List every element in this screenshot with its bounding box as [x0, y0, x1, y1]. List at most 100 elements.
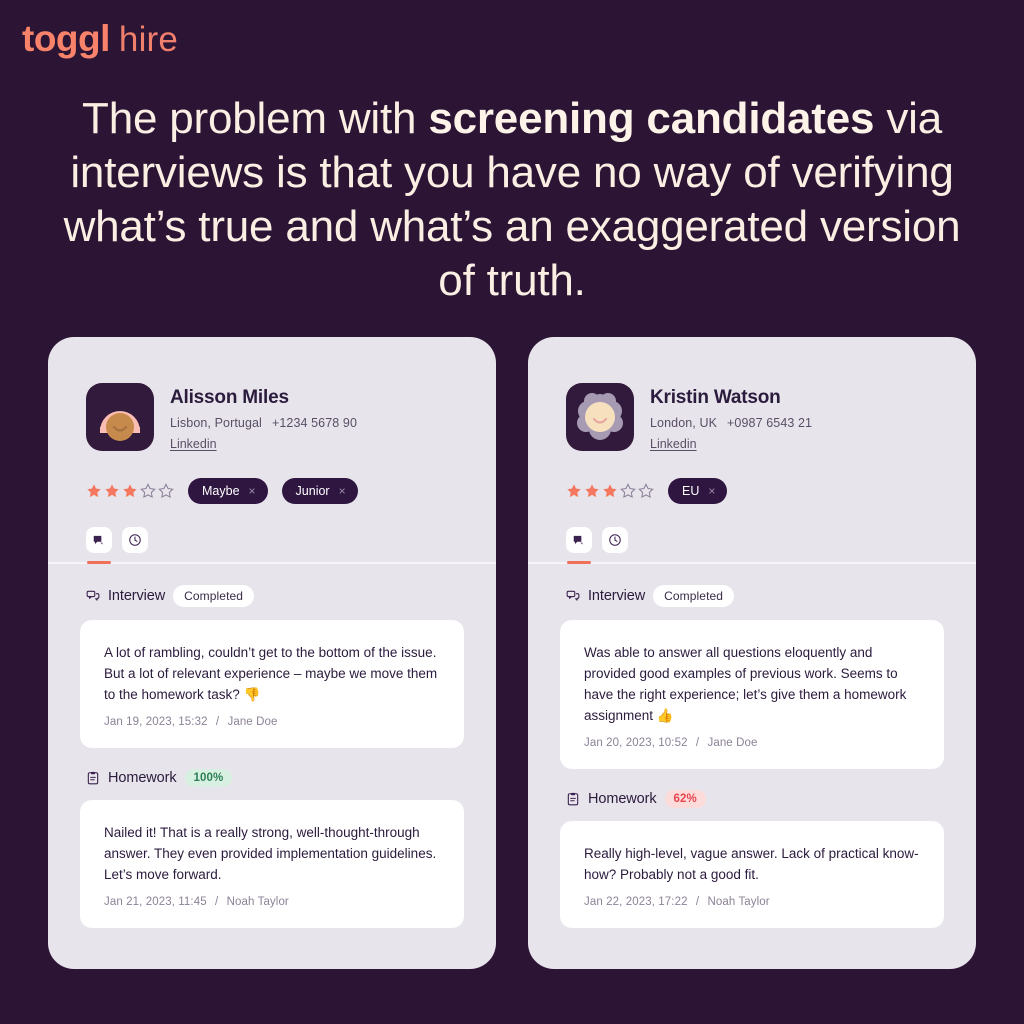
card-tabs — [566, 527, 938, 564]
star-filled-icon[interactable] — [122, 483, 138, 499]
tag-label: EU — [682, 484, 700, 498]
section-title: Interview — [108, 588, 166, 604]
note-separator: / — [695, 737, 700, 749]
candidate-meta: Kristin Watson London, UK +0987 6543 21 L… — [650, 383, 812, 453]
tag-remove-icon[interactable]: × — [249, 485, 256, 497]
note-card: Was able to answer all questions eloquen… — [560, 620, 944, 769]
clipboard-icon — [567, 792, 579, 806]
star-empty-icon[interactable] — [158, 483, 174, 499]
interview-section: Interview Completed Was able to answer a… — [528, 585, 976, 769]
candidate-header: Alisson Miles Lisbon, Portugal +1234 5678… — [86, 383, 458, 453]
comment-icon — [573, 535, 583, 545]
chat-bubbles-icon — [86, 590, 100, 601]
candidate-contact: London, UK +0987 6543 21 — [650, 416, 812, 430]
poster-canvas: toggl hire The problem with screening ca… — [0, 0, 1024, 1024]
tag-label: Junior — [295, 484, 330, 498]
tab-history[interactable] — [122, 527, 148, 553]
clipboard-icon — [87, 771, 99, 785]
homework-section: Homework 100% Nailed it! That is a reall… — [48, 769, 496, 928]
candidate-phone: +1234 5678 90 — [271, 416, 358, 430]
status-badge: Completed — [653, 585, 735, 607]
star-empty-icon[interactable] — [620, 483, 636, 499]
logo-wordmark-secondary: hire — [118, 20, 179, 59]
note-meta: Jan 20, 2023, 10:52 / Jane Doe — [584, 737, 920, 749]
candidate-header: Kristin Watson London, UK +0987 6543 21 L… — [566, 383, 938, 453]
tag-remove-icon[interactable]: × — [708, 485, 715, 497]
linkedin-link[interactable]: Linkedin — [170, 437, 217, 451]
star-filled-icon[interactable] — [584, 483, 600, 499]
avatar-illustration-grey-curly — [577, 393, 623, 440]
note-separator: / — [215, 716, 220, 728]
note-date: Jan 22, 2023, 17:22 — [584, 896, 688, 908]
tab-history[interactable] — [602, 527, 628, 553]
candidate-tag[interactable]: Junior × — [281, 478, 358, 504]
section-title: Homework — [588, 791, 657, 807]
star-filled-icon[interactable] — [104, 483, 120, 499]
tag-remove-icon[interactable]: × — [339, 485, 346, 497]
candidate-tag[interactable]: Maybe × — [188, 478, 268, 504]
section-header: Interview Completed — [80, 585, 464, 607]
candidate-location: Lisbon, Portugal — [170, 416, 262, 430]
note-date: Jan 19, 2023, 15:32 — [104, 716, 208, 728]
candidate-meta: Alisson Miles Lisbon, Portugal +1234 5678… — [170, 383, 357, 453]
note-card: Nailed it! That is a really strong, well… — [80, 800, 464, 928]
star-rating[interactable] — [566, 483, 654, 499]
candidate-contact: Lisbon, Portugal +1234 5678 90 — [170, 416, 357, 430]
avatar-illustration-pink-bob — [100, 411, 140, 441]
section-header: Homework 100% — [80, 769, 464, 787]
linkedin-link[interactable]: Linkedin — [650, 437, 697, 451]
star-filled-icon[interactable] — [602, 483, 618, 499]
chat-bubbles-icon — [566, 590, 580, 601]
tag-label: Maybe — [202, 484, 240, 498]
star-empty-icon[interactable] — [638, 483, 654, 499]
headline-part-1: The problem with — [82, 94, 429, 143]
note-card: Really high-level, vague answer. Lack of… — [560, 821, 944, 928]
candidate-name: Alisson Miles — [170, 387, 289, 408]
note-date: Jan 20, 2023, 10:52 — [584, 737, 688, 749]
note-body: Was able to answer all questions eloquen… — [584, 645, 907, 723]
candidate-location: London, UK — [650, 416, 718, 430]
avatar — [86, 383, 154, 451]
note-separator: / — [695, 896, 700, 908]
clock-icon — [129, 534, 141, 546]
score-badge: 100% — [184, 769, 233, 787]
note-body: Really high-level, vague answer. Lack of… — [584, 846, 919, 882]
star-filled-icon[interactable] — [86, 483, 102, 499]
card-tabs — [86, 527, 458, 564]
star-rating[interactable] — [86, 483, 174, 499]
note-date: Jan 21, 2023, 11:45 — [104, 896, 207, 908]
homework-section: Homework 62% Really high-level, vague an… — [528, 790, 976, 928]
note-meta: Jan 22, 2023, 17:22 / Noah Taylor — [584, 896, 920, 908]
star-empty-icon[interactable] — [140, 483, 156, 499]
section-header: Homework 62% — [560, 790, 944, 808]
headline: The problem with screening candidates vi… — [60, 92, 964, 308]
note-body: Nailed it! That is a really strong, well… — [104, 825, 437, 882]
tab-divider — [528, 562, 976, 564]
interview-section: Interview Completed A lot of rambling, c… — [48, 585, 496, 748]
headline-emphasis: screening candidates — [428, 94, 875, 143]
candidate-cards-row: Alisson Miles Lisbon, Portugal +1234 5678… — [48, 337, 976, 969]
section-header: Interview Completed — [560, 585, 944, 607]
toggl-hire-logo: toggl hire — [22, 18, 178, 60]
candidate-phone: +0987 6543 21 — [727, 416, 813, 430]
section-title: Interview — [588, 588, 646, 604]
tab-divider — [48, 562, 496, 564]
candidate-card: Kristin Watson London, UK +0987 6543 21 L… — [528, 337, 976, 969]
avatar — [566, 383, 634, 451]
tab-comments[interactable] — [566, 527, 592, 564]
candidate-card: Alisson Miles Lisbon, Portugal +1234 5678… — [48, 337, 496, 969]
candidate-name: Kristin Watson — [650, 387, 781, 408]
note-body: A lot of rambling, couldn’t get to the b… — [104, 645, 438, 702]
candidate-tag[interactable]: EU × — [668, 478, 728, 504]
note-author: Noah Taylor — [707, 896, 770, 908]
clock-icon — [609, 534, 621, 546]
status-badge: Completed — [173, 585, 255, 607]
note-card: A lot of rambling, couldn’t get to the b… — [80, 620, 464, 748]
star-filled-icon[interactable] — [566, 483, 582, 499]
tab-comments[interactable] — [86, 527, 112, 564]
logo-wordmark-primary: toggl — [22, 18, 110, 59]
rating-and-tags-row: Maybe × Junior × — [86, 478, 458, 504]
note-meta: Jan 21, 2023, 11:45 / Noah Taylor — [104, 896, 440, 908]
note-separator: / — [215, 896, 219, 908]
section-title: Homework — [108, 770, 177, 786]
